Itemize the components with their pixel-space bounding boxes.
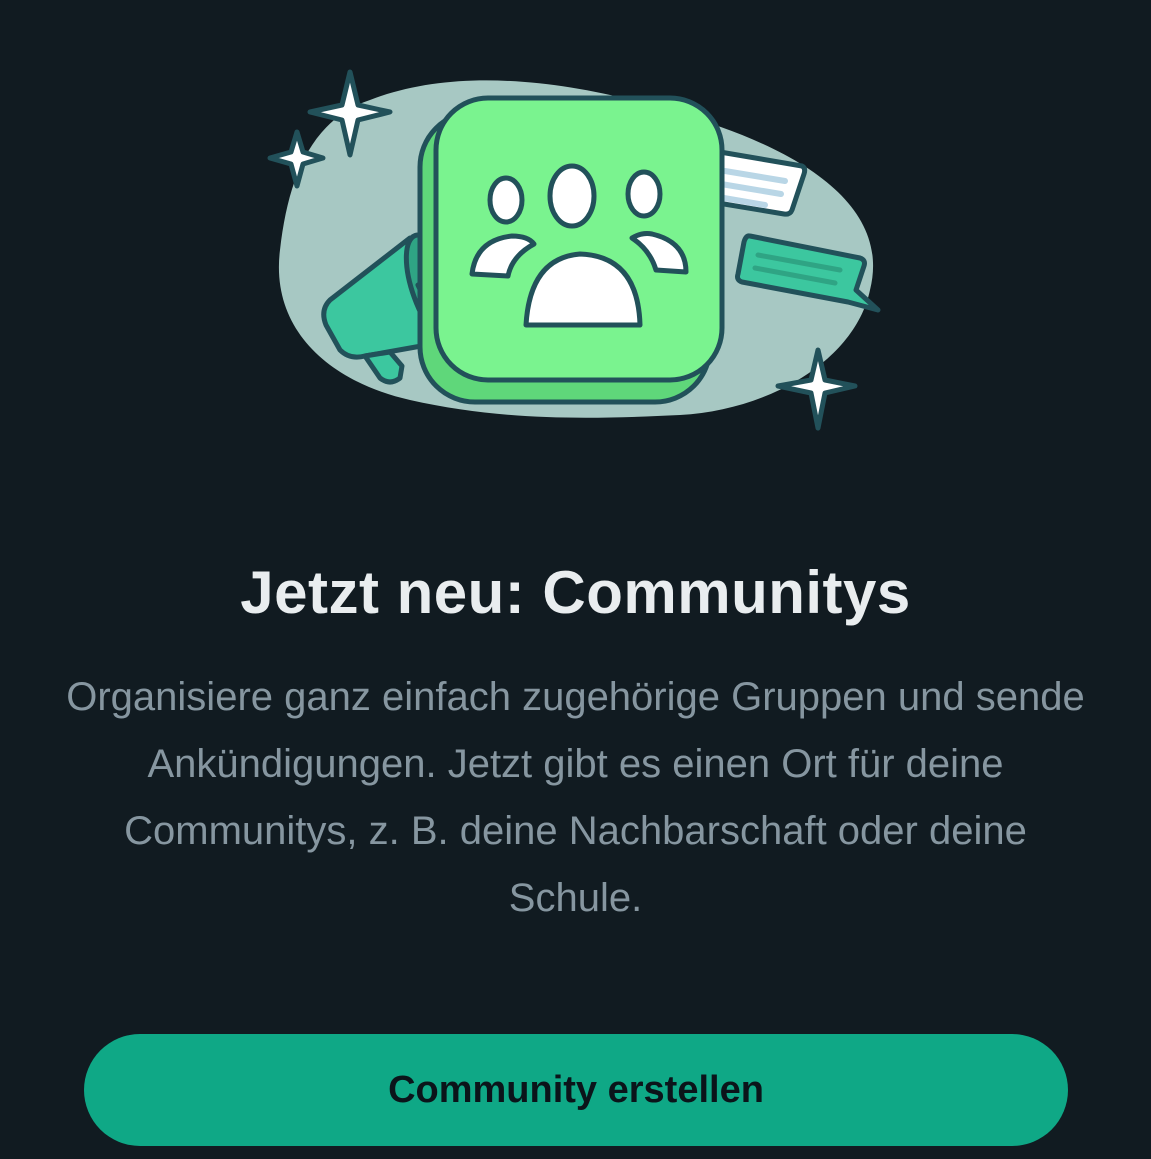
communities-illustration: [250, 60, 910, 450]
intro-title: Jetzt neu: Communitys: [240, 559, 911, 626]
app-tile: [433, 95, 725, 383]
create-community-button[interactable]: Community erstellen: [84, 1034, 1068, 1146]
intro-description: Organisiere ganz einfach zugehörige Grup…: [66, 675, 1085, 920]
communities-intro-screen: Jetzt neu: Communitys Organisiere ganz e…: [0, 0, 1151, 1159]
